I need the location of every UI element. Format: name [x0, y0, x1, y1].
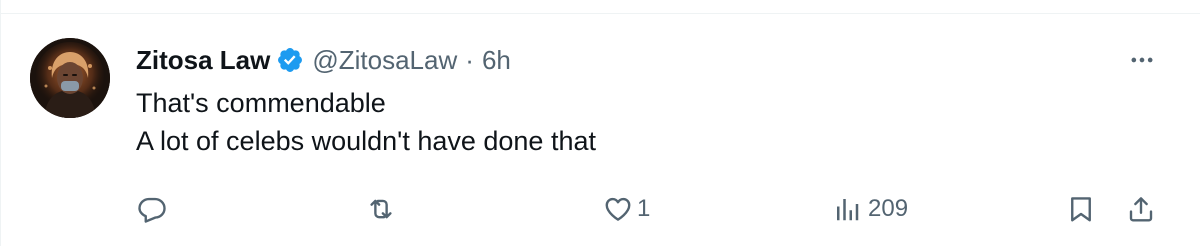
action-bar: 1 209	[0, 188, 1200, 230]
author-name[interactable]: Zitosa Law	[136, 45, 270, 76]
top-divider	[0, 13, 1200, 14]
tweet-text: That's commendable A lot of celebs would…	[136, 84, 596, 160]
share-button[interactable]	[1126, 188, 1156, 230]
avatar-portrait-icon	[30, 38, 110, 118]
more-horizontal-icon	[1131, 57, 1153, 63]
bookmark-icon	[1071, 197, 1091, 222]
more-options-button[interactable]	[1124, 46, 1160, 74]
avatar[interactable]	[30, 38, 110, 118]
tweet-text-line: That's commendable	[136, 88, 386, 118]
verified-badge-icon	[276, 46, 304, 74]
share-icon	[1129, 197, 1153, 222]
bookmark-button[interactable]	[1066, 188, 1096, 230]
separator-dot: ·	[465, 44, 474, 75]
like-count: 1	[637, 195, 651, 222]
tweet-text-line: A lot of celebs wouldn't have done that	[136, 126, 596, 156]
views-count: 209	[868, 195, 909, 222]
author-handle[interactable]: @ZitosaLaw	[312, 45, 457, 76]
views-button[interactable]: 209	[832, 188, 908, 230]
reply-icon	[138, 197, 166, 223]
repost-button[interactable]	[366, 188, 402, 230]
timestamp[interactable]: 6h	[482, 45, 511, 76]
repost-icon	[370, 199, 392, 219]
views-icon	[837, 199, 859, 221]
heart-icon	[605, 197, 631, 221]
reply-button[interactable]	[137, 188, 173, 230]
tweet-header: Zitosa Law @ZitosaLaw · 6h	[136, 40, 511, 80]
like-button[interactable]: 1	[603, 188, 650, 230]
